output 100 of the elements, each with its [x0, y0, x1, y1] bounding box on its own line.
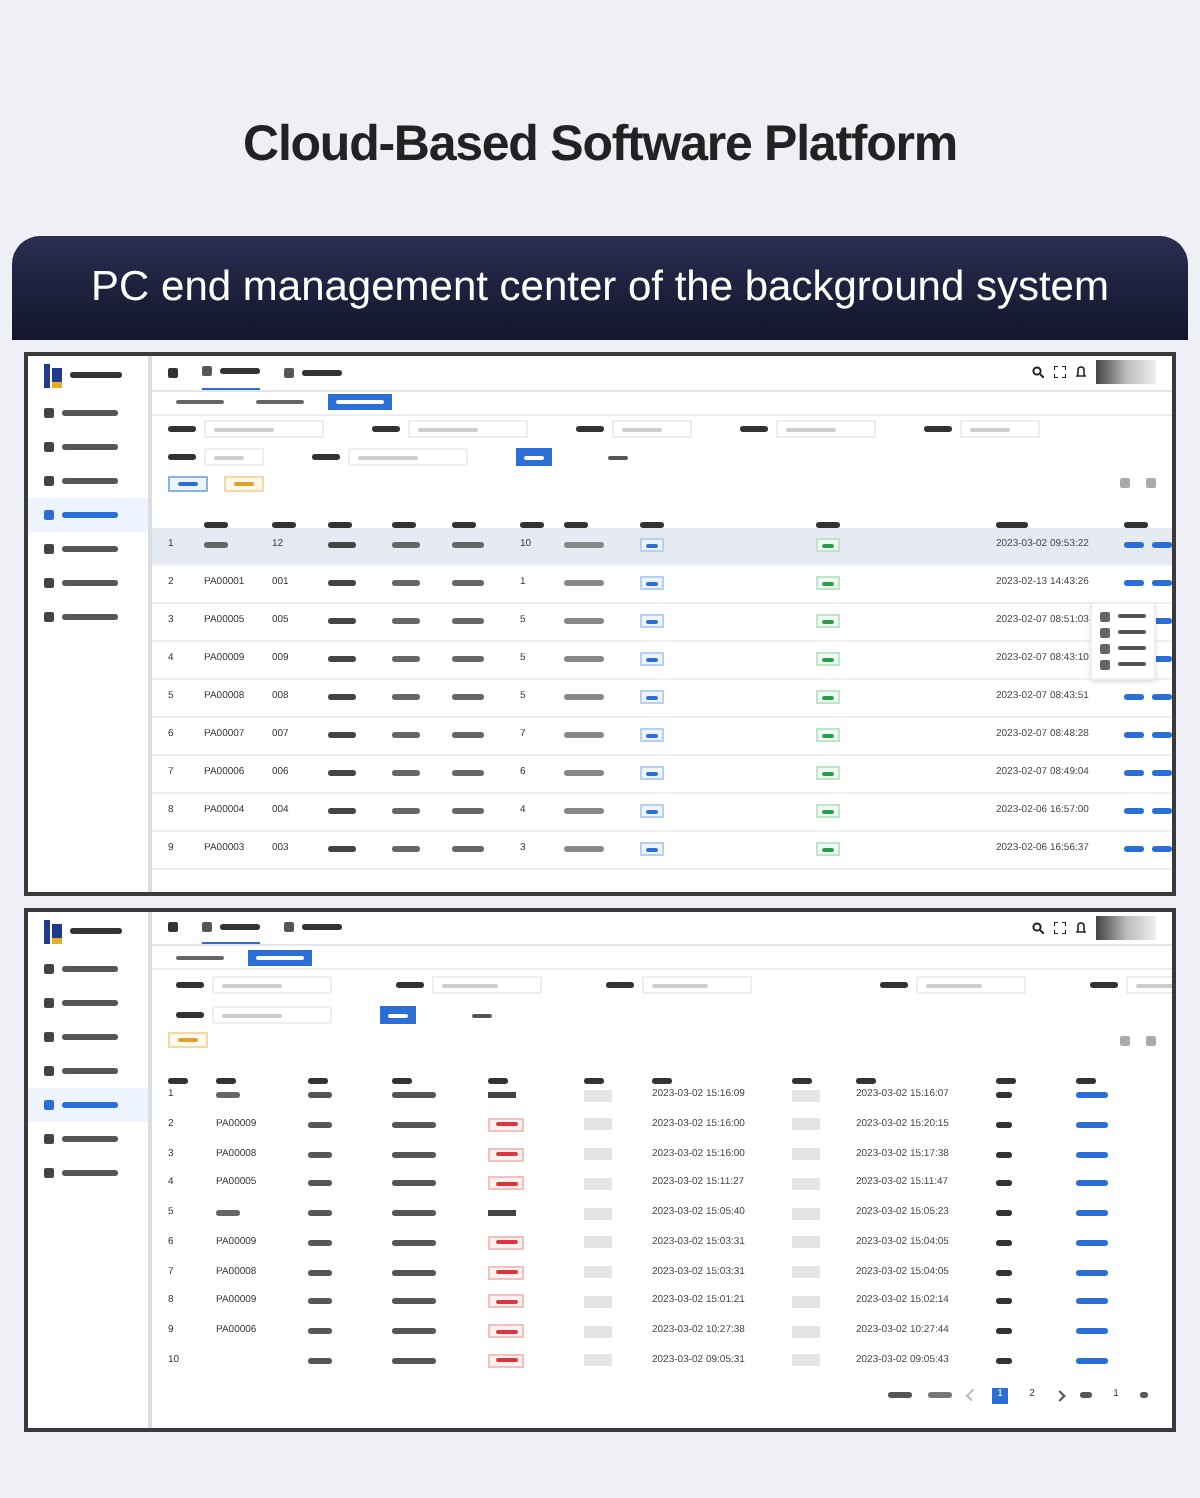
breadcrumb-tag[interactable] [328, 394, 392, 410]
blurred-text [392, 1357, 436, 1364]
blurred-text [168, 454, 196, 460]
blurred-text [924, 426, 952, 432]
blurred-text [328, 542, 356, 548]
input-field[interactable] [432, 976, 542, 995]
blurred-text [928, 1392, 952, 1399]
blurred-text [392, 618, 420, 624]
blurred-text [328, 580, 356, 586]
blurred-text [204, 521, 228, 527]
bell-icon[interactable] [1076, 921, 1086, 934]
edit-link[interactable] [1124, 580, 1144, 586]
blurred-text [452, 846, 484, 852]
blurred-text [452, 656, 484, 662]
blurred-text [62, 613, 118, 619]
blurred-text [328, 808, 356, 814]
input-field[interactable] [212, 976, 332, 995]
input-field[interactable] [960, 420, 1040, 438]
blurred-text [392, 770, 420, 776]
logo-icon [44, 919, 62, 943]
blurred-text [392, 1269, 436, 1276]
blurred-text [176, 955, 224, 960]
edit-link[interactable] [1124, 542, 1144, 548]
blurred-text [392, 580, 420, 586]
add-button[interactable] [168, 475, 208, 491]
edit-link[interactable] [1124, 694, 1144, 700]
blurred-text [392, 1298, 436, 1305]
fullscreen-icon[interactable] [1054, 921, 1066, 934]
search-button[interactable] [516, 448, 552, 466]
input-field[interactable] [212, 1006, 332, 1025]
menu-item[interactable] [1100, 627, 1146, 637]
blurred-text [388, 1013, 408, 1018]
more-link[interactable] [1152, 542, 1172, 548]
blurred-text [328, 770, 356, 776]
input-field[interactable] [916, 976, 1026, 995]
blurred-text [564, 656, 604, 662]
blurred-text [70, 372, 122, 378]
more-link[interactable] [1152, 846, 1172, 852]
blurred-text [495, 1152, 517, 1157]
blurred-text [1140, 1392, 1148, 1399]
input-field[interactable] [408, 420, 528, 438]
blurred-name [584, 1295, 612, 1308]
blurred-name [792, 1236, 820, 1249]
blurred-text [302, 369, 342, 375]
blurred-text [996, 1151, 1012, 1158]
more-link[interactable] [1152, 580, 1172, 586]
blurred-name [584, 1354, 612, 1367]
blurred-text [176, 1012, 204, 1019]
menu-item[interactable] [1100, 659, 1146, 669]
sidebar-item[interactable] [28, 1087, 148, 1121]
edit-link[interactable] [1124, 808, 1144, 814]
blurred-text [996, 1180, 1012, 1187]
blurred-text [392, 732, 420, 738]
breadcrumb-tag[interactable] [248, 949, 312, 966]
blurred-name [584, 1236, 612, 1249]
blurred-text [564, 694, 604, 700]
menu-item[interactable] [1100, 611, 1146, 621]
blurred-text [1136, 983, 1172, 988]
blurred-text [926, 983, 981, 988]
blurred-text [452, 770, 484, 776]
blurred-name [792, 1118, 820, 1131]
fullscreen-icon[interactable] [1054, 366, 1066, 378]
blurred-text [396, 982, 424, 989]
input-field[interactable] [776, 420, 876, 438]
menu-item[interactable] [1100, 643, 1146, 653]
blurred-text [1076, 1121, 1108, 1128]
blurred-text [996, 1239, 1012, 1246]
sidebar-item[interactable] [28, 497, 148, 531]
blurred-text [452, 580, 484, 586]
input-field[interactable] [204, 448, 264, 466]
edit-link[interactable] [1124, 846, 1144, 852]
more-link[interactable] [1152, 732, 1172, 738]
search-button[interactable] [380, 1006, 416, 1025]
input-field[interactable] [348, 448, 468, 466]
blurred-text [495, 1329, 517, 1334]
blurred-text [606, 982, 634, 989]
blurred-text [222, 1013, 282, 1018]
blurred-text [564, 542, 604, 548]
edit-link[interactable] [1124, 732, 1144, 738]
edit-link[interactable] [1124, 770, 1144, 776]
blurred-text [584, 1078, 604, 1085]
next-page-icon[interactable] [1054, 1389, 1066, 1401]
bell-icon[interactable] [1076, 366, 1086, 378]
blurred-text [216, 1078, 236, 1085]
avatar[interactable] [1096, 915, 1156, 940]
blurred-name [792, 1207, 820, 1220]
blurred-text [308, 1210, 332, 1217]
blurred-text [1090, 982, 1118, 989]
blurred-text [308, 1078, 328, 1085]
input-field[interactable] [204, 420, 324, 438]
input-field[interactable] [612, 420, 692, 438]
more-link[interactable] [1152, 808, 1172, 814]
input-field[interactable] [642, 976, 752, 995]
blurred-name [792, 1295, 820, 1308]
search-icon[interactable] [1032, 366, 1044, 378]
avatar[interactable] [1096, 360, 1156, 384]
more-link[interactable] [1152, 694, 1172, 700]
blurred-text [178, 1038, 198, 1043]
more-link[interactable] [1152, 770, 1172, 776]
search-icon[interactable] [1032, 921, 1044, 934]
